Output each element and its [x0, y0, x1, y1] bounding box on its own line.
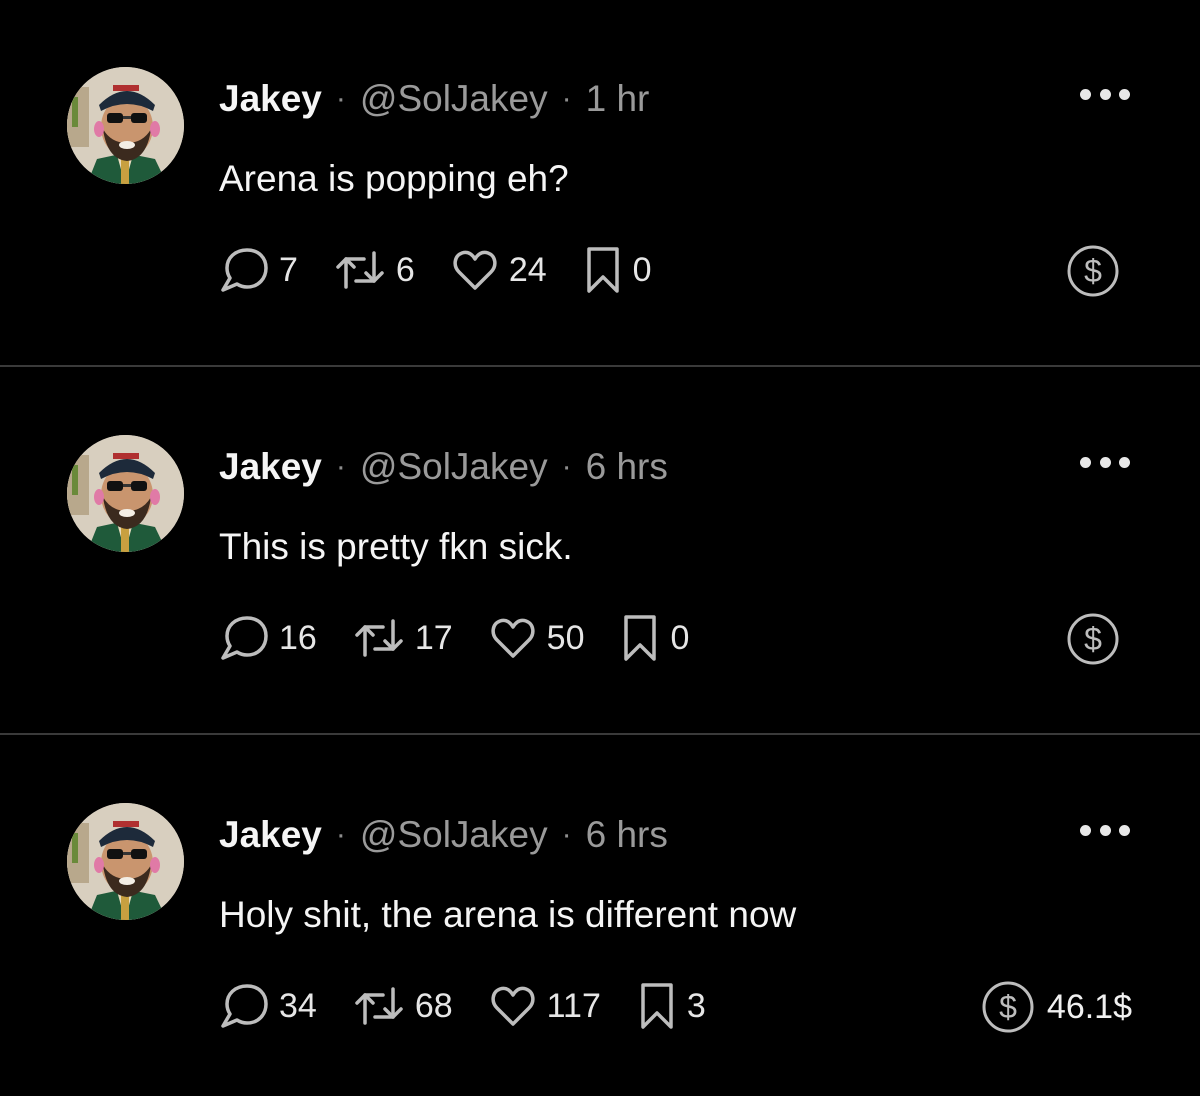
separator-dot: ·	[561, 818, 572, 851]
separator-dot: ·	[561, 82, 572, 115]
repost-count: 17	[414, 618, 453, 657]
more-options-button[interactable]	[1080, 822, 1130, 838]
more-dots-icon	[1119, 88, 1130, 100]
post-divider	[0, 733, 1200, 735]
separator-dot: ·	[561, 450, 572, 483]
bookmark-icon	[586, 247, 619, 293]
heart-icon	[453, 250, 497, 290]
bookmark-button[interactable]: 0	[583, 245, 652, 295]
post-text: This is pretty fkn sick.	[219, 526, 573, 567]
reply-button[interactable]: 34	[219, 982, 317, 1030]
like-button[interactable]: 50	[489, 616, 585, 660]
post[interactable]: Jakey · @SolJakey · 1 hr Arena is poppin…	[0, 0, 1200, 367]
dollar-coin-icon: $	[1067, 613, 1119, 665]
heart-icon	[491, 618, 535, 658]
author-name[interactable]: Jakey	[219, 446, 322, 488]
repost-button[interactable]: 68	[353, 983, 453, 1029]
more-dots-icon	[1080, 456, 1091, 468]
svg-text:$: $	[999, 989, 1017, 1025]
more-dots-icon	[1080, 88, 1091, 100]
like-button[interactable]: 117	[489, 984, 601, 1028]
repost-button[interactable]: 17	[353, 615, 453, 661]
post-actions: 34 68 117 3	[219, 981, 742, 1031]
post-actions: 7 6 24 0	[219, 245, 688, 295]
author-name[interactable]: Jakey	[219, 814, 322, 856]
more-dots-icon	[1119, 824, 1130, 836]
post-time: 6 hrs	[585, 814, 668, 855]
bookmark-count: 3	[686, 986, 706, 1025]
repost-button[interactable]: 6	[334, 247, 415, 293]
bookmark-button[interactable]: 0	[620, 613, 689, 663]
tip-button[interactable]: $	[1066, 612, 1132, 666]
post-divider	[0, 365, 1200, 367]
avatar[interactable]	[67, 435, 184, 552]
more-options-button[interactable]	[1080, 86, 1130, 102]
separator-dot: ·	[335, 450, 346, 483]
tip-amount: 46.1$	[1046, 987, 1132, 1026]
more-dots-icon	[1099, 456, 1111, 468]
more-dots-icon	[1099, 824, 1111, 836]
author-handle[interactable]: @SolJakey	[360, 814, 548, 856]
bookmark-button[interactable]: 3	[637, 981, 706, 1031]
bookmark-icon	[641, 983, 673, 1029]
reply-button[interactable]: 7	[219, 246, 298, 294]
dollar-coin-icon: $	[982, 981, 1034, 1033]
svg-text:$: $	[1084, 621, 1102, 657]
bookmark-icon	[624, 615, 657, 661]
avatar[interactable]	[67, 67, 184, 184]
reply-count: 34	[279, 986, 317, 1025]
post-actions: 16 17 50 0	[219, 613, 725, 663]
speech-bubble-icon	[221, 616, 268, 660]
like-count: 117	[546, 986, 601, 1025]
post-time: 6 hrs	[585, 446, 668, 487]
bookmark-count: 0	[670, 618, 690, 657]
like-count: 50	[546, 618, 585, 657]
more-dots-icon	[1080, 824, 1091, 836]
post-header: Jakey · @SolJakey · 6 hrs	[219, 812, 668, 858]
tip-button[interactable]: $ 46.1$	[981, 980, 1132, 1034]
repost-count: 68	[414, 986, 453, 1025]
post[interactable]: Jakey · @SolJakey · 6 hrs This is pretty…	[0, 368, 1200, 735]
separator-dot: ·	[335, 818, 346, 851]
author-handle[interactable]: @SolJakey	[360, 78, 548, 120]
more-options-button[interactable]	[1080, 454, 1130, 470]
repost-arrows-icon	[336, 251, 384, 289]
post-text: Holy shit, the arena is different now	[219, 894, 797, 935]
post-feed: Jakey · @SolJakey · 1 hr Arena is poppin…	[0, 0, 1200, 1096]
like-button[interactable]: 24	[451, 248, 547, 292]
tip-button[interactable]: $	[1066, 244, 1132, 298]
post-header: Jakey · @SolJakey · 1 hr	[219, 76, 649, 122]
author-handle[interactable]: @SolJakey	[360, 446, 548, 488]
post[interactable]: Jakey · @SolJakey · 6 hrs Holy shit, the…	[0, 736, 1200, 1096]
separator-dot: ·	[335, 82, 346, 115]
repost-arrows-icon	[355, 619, 403, 657]
reply-count: 7	[279, 250, 298, 289]
heart-icon	[491, 986, 535, 1026]
reply-count: 16	[279, 618, 317, 657]
speech-bubble-icon	[221, 248, 268, 292]
post-time: 1 hr	[585, 78, 650, 119]
repost-count: 6	[395, 250, 415, 289]
svg-text:$: $	[1084, 253, 1102, 289]
post-text: Arena is popping eh?	[219, 158, 569, 199]
author-name[interactable]: Jakey	[219, 78, 322, 120]
avatar[interactable]	[67, 803, 184, 920]
reply-button[interactable]: 16	[219, 614, 317, 662]
bookmark-count: 0	[632, 250, 652, 289]
repost-arrows-icon	[355, 987, 403, 1025]
post-header: Jakey · @SolJakey · 6 hrs	[219, 444, 668, 490]
like-count: 24	[508, 250, 547, 289]
more-dots-icon	[1099, 88, 1111, 100]
dollar-coin-icon: $	[1067, 245, 1119, 297]
speech-bubble-icon	[221, 984, 268, 1028]
more-dots-icon	[1119, 456, 1130, 468]
